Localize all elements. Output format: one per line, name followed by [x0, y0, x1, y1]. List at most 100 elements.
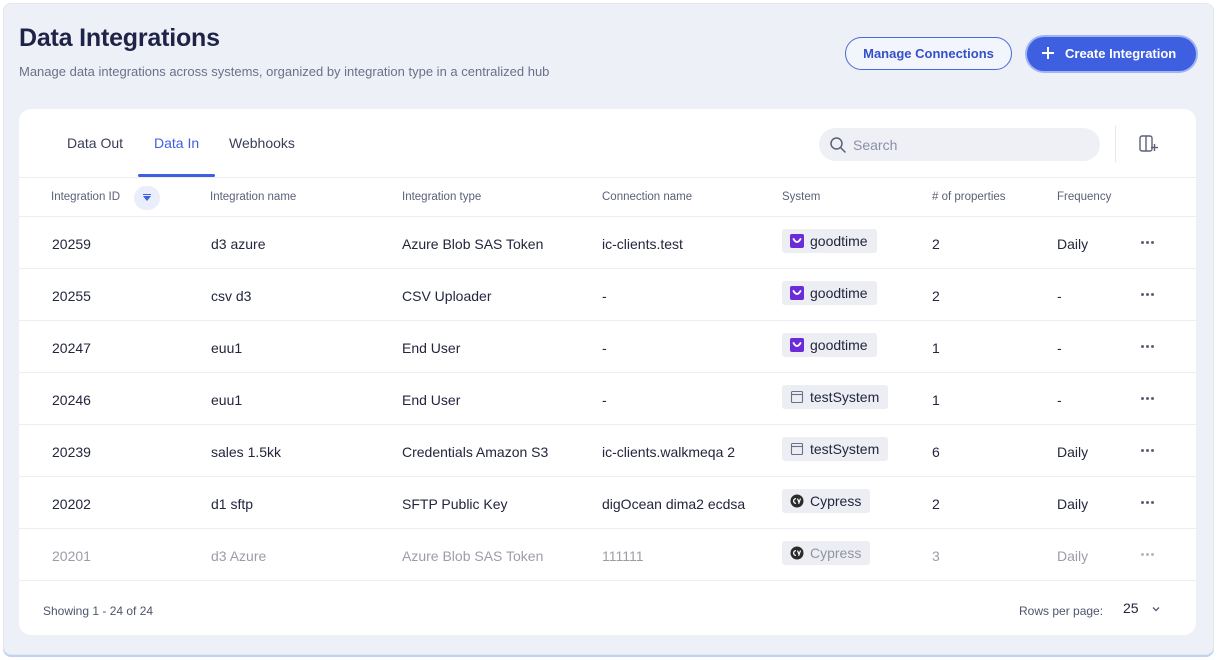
cell-connection-name: ic-clients.test — [602, 236, 683, 252]
cell-integration-type: End User — [402, 340, 461, 356]
tab-data-out[interactable]: Data Out — [67, 135, 123, 151]
tab-data-in[interactable]: Data In — [154, 135, 199, 151]
toolbar-divider — [1115, 126, 1116, 162]
cell-integration-name: sales 1.5kk — [211, 444, 282, 460]
cell-properties: 6 — [932, 444, 940, 460]
tab-webhooks[interactable]: Webhooks — [229, 135, 295, 151]
cell-integration-id: 20239 — [52, 444, 91, 460]
header-connection-name[interactable]: Connection name — [602, 191, 692, 203]
pagination-summary: Showing 1 - 24 of 24 — [43, 604, 154, 618]
create-integration-label: Create Integration — [1065, 46, 1177, 61]
table-row[interactable]: 20202 d1 sftp SFTP Public Key digOcean dima… — [19, 477, 1196, 529]
cell-connection-name: - — [602, 340, 607, 356]
header-properties[interactable]: # of properties — [932, 191, 1006, 203]
system-name: goodtime — [810, 233, 868, 249]
table-row[interactable]: 20247 euu1 End User - 1 - goodtime — [19, 321, 1196, 373]
rows-per-page-label: Rows per page: — [1019, 604, 1104, 618]
generic-system-icon — [790, 442, 804, 456]
cell-integration-id: 20247 — [52, 340, 91, 356]
system-name: Cypress — [810, 545, 862, 561]
cell-integration-type: End User — [402, 392, 461, 408]
system-name: Cypress — [810, 493, 862, 509]
header-integration-type[interactable]: Integration type — [402, 191, 481, 203]
cell-properties: 2 — [932, 236, 940, 252]
cell-properties: 3 — [932, 548, 940, 564]
cell-integration-id: 20202 — [52, 496, 91, 512]
app-frame: Data Integrations Manage data integratio… — [3, 3, 1214, 655]
cell-frequency: - — [1057, 392, 1062, 408]
manage-connections-button[interactable]: Manage Connections — [845, 37, 1012, 70]
cell-integration-type: Credentials Amazon S3 — [402, 444, 549, 460]
cell-integration-name: d3 Azure — [211, 548, 267, 564]
more-actions-icon[interactable] — [1141, 449, 1155, 453]
header-frequency[interactable]: Frequency — [1057, 191, 1111, 203]
system-name: testSystem — [810, 441, 880, 457]
cell-frequency: Daily — [1057, 496, 1089, 512]
system-badge: Cypress — [782, 489, 871, 513]
system-badge: goodtime — [782, 229, 877, 253]
cell-integration-name: euu1 — [211, 340, 243, 356]
cell-connection-name: 111111 — [602, 548, 644, 564]
goodtime-logo-icon — [790, 338, 804, 352]
cell-integration-type: Azure Blob SAS Token — [402, 236, 544, 252]
more-actions-icon[interactable] — [1141, 345, 1155, 349]
rows-per-page-value: 25 — [1123, 600, 1139, 616]
cell-integration-name: euu1 — [211, 392, 243, 408]
more-actions-icon[interactable] — [1141, 501, 1155, 505]
header-integration-id[interactable]: Integration ID — [51, 191, 120, 203]
cell-integration-id: 20259 — [52, 236, 91, 252]
cell-integration-type: SFTP Public Key — [402, 496, 508, 512]
cypress-logo-icon — [790, 546, 804, 560]
column-settings-icon[interactable] — [1137, 133, 1159, 155]
cell-properties: 2 — [932, 496, 940, 512]
create-integration-button[interactable]: Create Integration — [1027, 37, 1196, 71]
cell-integration-name: d1 sftp — [211, 496, 254, 512]
cell-connection-name: - — [602, 392, 607, 408]
cell-frequency: - — [1057, 340, 1062, 356]
cell-properties: 1 — [932, 340, 940, 356]
cell-integration-id: 20246 — [52, 392, 91, 408]
header-system[interactable]: System — [782, 191, 820, 203]
cell-frequency: Daily — [1057, 548, 1089, 564]
cell-properties: 2 — [932, 288, 940, 304]
cell-integration-id: 20255 — [52, 288, 91, 304]
cell-frequency: Daily — [1057, 236, 1089, 252]
cell-connection-name: digOcean dima2 ecdsa — [602, 496, 746, 512]
sort-descending-icon[interactable] — [134, 186, 160, 210]
table-row[interactable]: 20259 d3 azure Azure Blob SAS Token ic-clie… — [19, 217, 1196, 269]
system-badge: goodtime — [782, 281, 877, 305]
cell-frequency: - — [1057, 288, 1062, 304]
table-row[interactable]: 20255 csv d3 CSV Uploader - 2 - goodtime — [19, 269, 1196, 321]
search-icon — [830, 137, 846, 153]
more-actions-icon[interactable] — [1141, 553, 1155, 557]
cell-connection-name: ic-clients.walkmeqa 2 — [602, 444, 736, 460]
table-row[interactable]: 20201 d3 Azure Azure Blob SAS Token 111111 3… — [19, 529, 1196, 581]
cypress-logo-icon — [790, 494, 804, 508]
table-row[interactable]: 20239 sales 1.5kk Credentials Amazon S3 ic-… — [19, 425, 1196, 477]
system-name: goodtime — [810, 285, 868, 301]
header-integration-name[interactable]: Integration name — [210, 191, 296, 203]
chevron-down-icon — [1152, 607, 1160, 612]
more-actions-icon[interactable] — [1141, 241, 1155, 245]
plus-icon — [1041, 46, 1055, 60]
cell-properties: 1 — [932, 392, 940, 408]
goodtime-logo-icon — [790, 286, 804, 300]
search-box[interactable] — [819, 128, 1100, 161]
cell-integration-name: d3 azure — [211, 236, 266, 252]
system-name: testSystem — [810, 389, 880, 405]
cell-connection-name: - — [602, 288, 607, 304]
cell-integration-id: 20201 — [52, 548, 91, 564]
page-subtitle: Manage data integrations across systems,… — [19, 64, 550, 79]
system-badge: Cypress — [782, 541, 871, 565]
goodtime-logo-icon — [790, 234, 804, 248]
table-row[interactable]: 20246 euu1 End User - 1 - testSystem — [19, 373, 1196, 425]
integrations-card: Data Out Data In Webhooks Integration ID… — [19, 109, 1196, 635]
more-actions-icon[interactable] — [1141, 293, 1155, 297]
cell-integration-type: Azure Blob SAS Token — [402, 548, 544, 564]
cell-integration-name: csv d3 — [211, 288, 252, 304]
system-badge: testSystem — [782, 385, 889, 409]
more-actions-icon[interactable] — [1141, 397, 1155, 401]
table-header: Integration ID Integration name Integrat… — [19, 178, 1196, 217]
rows-per-page-select[interactable]: 25 — [1123, 600, 1167, 622]
search-input[interactable] — [853, 134, 1083, 156]
